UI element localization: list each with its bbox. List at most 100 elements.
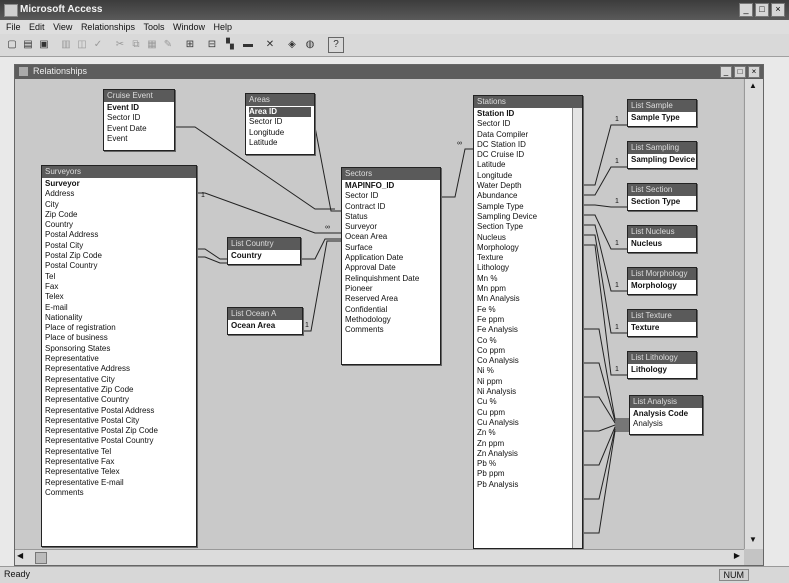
field[interactable]: Representative Address (45, 364, 193, 374)
field[interactable]: Pioneer (345, 284, 437, 294)
scroll-right-icon[interactable]: ▶ (734, 551, 740, 560)
table-title[interactable]: Sectors (342, 168, 440, 180)
table-list-sample[interactable]: List Sample Sample Type (627, 99, 697, 127)
field[interactable]: Cu ppm (477, 408, 570, 418)
maximize-button[interactable]: □ (755, 3, 769, 17)
field[interactable]: Sector ID (345, 191, 437, 201)
database-window-icon[interactable]: ◈ (284, 37, 300, 53)
field[interactable]: Water Depth (477, 181, 570, 191)
field[interactable]: Section Type (477, 222, 570, 232)
field[interactable]: DC Cruise ID (477, 150, 570, 160)
field[interactable]: Status (345, 212, 437, 222)
field[interactable]: Country (231, 251, 297, 261)
cut-icon[interactable]: ✂ (112, 37, 128, 53)
field[interactable]: Fe ppm (477, 315, 570, 325)
field[interactable]: Sample Type (631, 113, 693, 123)
field[interactable]: Co Analysis (477, 356, 570, 366)
window-icon[interactable] (19, 67, 28, 76)
close-button[interactable]: × (771, 3, 785, 17)
field[interactable]: Lithology (631, 365, 693, 375)
field[interactable]: Nucleus (631, 239, 693, 249)
field[interactable]: Lithology (477, 263, 570, 273)
field[interactable]: Postal Address (45, 230, 193, 240)
table-list-analysis[interactable]: List Analysis Analysis Code Analysis (629, 395, 703, 435)
field[interactable]: Ni ppm (477, 377, 570, 387)
field[interactable]: Mn % (477, 274, 570, 284)
menu-window[interactable]: Window (173, 22, 205, 32)
relationships-canvas[interactable]: 1 ∞ ∞ 1 1 1 1 1 1 1 1 Cruise Event Event… (15, 79, 743, 549)
field[interactable]: Postal Zip Code (45, 251, 193, 261)
field[interactable]: Representative City (45, 375, 193, 385)
field[interactable]: Longitude (249, 128, 311, 138)
stations-scrollbar[interactable] (572, 108, 582, 548)
field[interactable]: Representative Fax (45, 457, 193, 467)
field[interactable]: City (45, 200, 193, 210)
field[interactable]: Ni % (477, 366, 570, 376)
field[interactable]: Event (107, 134, 171, 144)
field[interactable]: Station ID (477, 109, 570, 119)
rel-minimize-button[interactable]: _ (720, 66, 732, 78)
field[interactable]: Longitude (477, 171, 570, 181)
field[interactable]: Nationality (45, 313, 193, 323)
field[interactable]: Representative (45, 354, 193, 364)
rel-maximize-button[interactable]: □ (734, 66, 746, 78)
field[interactable]: Fax (45, 282, 193, 292)
minimize-button[interactable]: _ (739, 3, 753, 17)
table-list-morphology[interactable]: List Morphology Morphology (627, 267, 697, 295)
field[interactable]: Sample Type (477, 202, 570, 212)
table-title[interactable]: List Lithology (628, 352, 696, 364)
field[interactable]: Pb % (477, 459, 570, 469)
table-list-texture[interactable]: List Texture Texture (627, 309, 697, 337)
field[interactable]: Event Date (107, 124, 171, 134)
field[interactable]: Sector ID (249, 117, 311, 127)
field[interactable]: Comments (345, 325, 437, 335)
table-stations[interactable]: Stations Station ID Sector ID Data Compile… (473, 95, 583, 549)
format-painter-icon[interactable]: ✎ (160, 37, 176, 53)
field[interactable]: Sampling Device (477, 212, 570, 222)
field[interactable]: Nucleus (477, 233, 570, 243)
clear-layout-icon[interactable]: ▬ (240, 37, 256, 53)
app-icon[interactable] (4, 4, 18, 17)
show-direct-icon[interactable]: ⊟ (204, 37, 220, 53)
field[interactable]: Methodology (345, 315, 437, 325)
field[interactable]: Reserved Area (345, 294, 437, 304)
help-icon[interactable]: ? (328, 37, 344, 53)
field[interactable]: Analysis (633, 419, 699, 429)
spell-icon[interactable]: ✓ (90, 37, 106, 53)
menu-file[interactable]: File (6, 22, 21, 32)
field[interactable]: Cu Analysis (477, 418, 570, 428)
table-title[interactable]: Surveyors (42, 166, 196, 178)
field[interactable]: Place of registration (45, 323, 193, 333)
field[interactable]: Contract ID (345, 202, 437, 212)
table-areas[interactable]: Areas Area ID Sector ID Longitude Latitu… (245, 93, 315, 155)
table-title[interactable]: Stations (474, 96, 582, 108)
menu-edit[interactable]: Edit (29, 22, 45, 32)
table-list-section[interactable]: List Section Section Type (627, 183, 697, 211)
table-title[interactable]: List Nucleus (628, 226, 696, 238)
field[interactable]: Cu % (477, 397, 570, 407)
table-title[interactable]: List Morphology (628, 268, 696, 280)
field[interactable]: Fe % (477, 305, 570, 315)
rel-close-button[interactable]: × (748, 66, 760, 78)
table-list-sampling[interactable]: List Sampling Sampling Device (627, 141, 697, 169)
field[interactable]: MAPINFO_ID (345, 181, 437, 191)
table-list-lithology[interactable]: List Lithology Lithology (627, 351, 697, 379)
print-icon[interactable]: ▥ (58, 37, 74, 53)
field[interactable]: Place of business (45, 333, 193, 343)
field[interactable]: Country (45, 220, 193, 230)
field[interactable]: Representative Zip Code (45, 385, 193, 395)
save-icon[interactable]: ▣ (36, 37, 52, 53)
menu-view[interactable]: View (53, 22, 72, 32)
paste-icon[interactable]: ▦ (144, 37, 160, 53)
field[interactable]: Mn ppm (477, 284, 570, 294)
field[interactable]: Section Type (631, 197, 693, 207)
field[interactable]: Representative Postal Country (45, 436, 193, 446)
field[interactable]: DC Station ID (477, 140, 570, 150)
field[interactable]: Representative Postal Zip Code (45, 426, 193, 436)
field[interactable]: Sector ID (107, 113, 171, 123)
field[interactable]: Postal Country (45, 261, 193, 271)
field[interactable]: Address (45, 189, 193, 199)
field[interactable]: Surveyor (345, 222, 437, 232)
field[interactable]: Zip Code (45, 210, 193, 220)
field[interactable]: Tel (45, 272, 193, 282)
